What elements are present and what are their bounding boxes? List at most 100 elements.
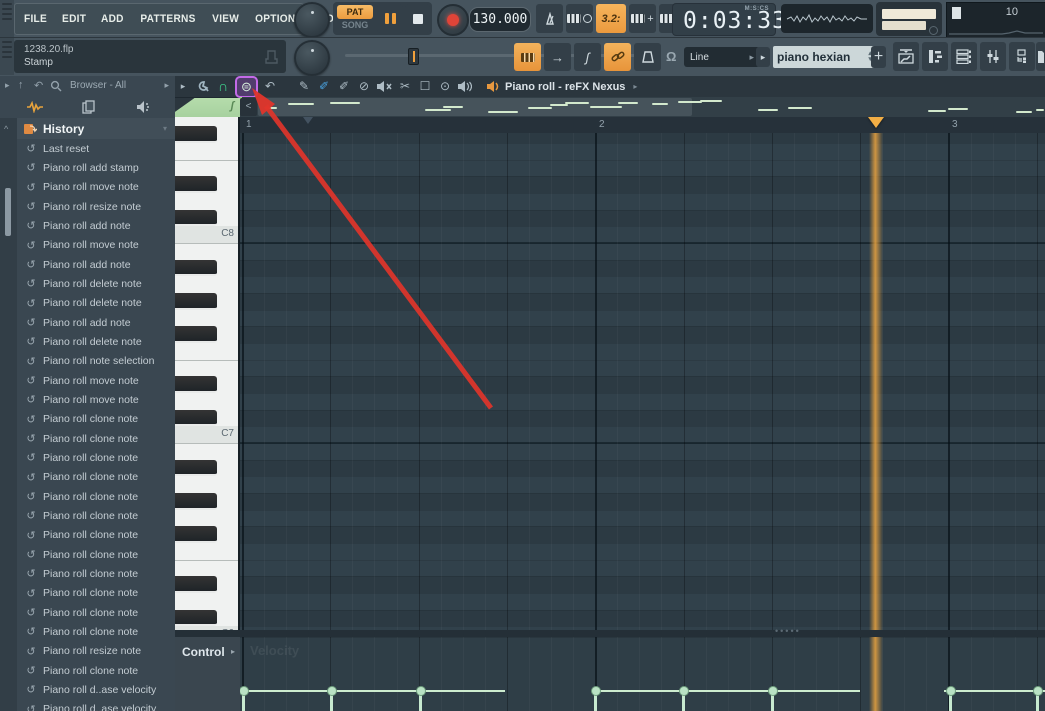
black-key[interactable] <box>175 576 217 593</box>
plugin-picker-button[interactable] <box>1009 42 1035 71</box>
menu-item-file[interactable]: FILE <box>24 13 47 25</box>
title-chevron-icon[interactable]: ▸ <box>625 76 645 97</box>
history-item[interactable]: ↺Piano roll clone note <box>17 429 175 448</box>
history-item[interactable]: ↺Piano roll add note <box>17 255 175 274</box>
undo-icon[interactable]: ↶ <box>34 79 43 92</box>
history-item[interactable]: ↺Piano roll resize note <box>17 642 175 661</box>
browser-title[interactable]: Browser - All <box>70 80 126 91</box>
pause-button[interactable] <box>377 4 403 33</box>
menu-item-edit[interactable]: EDIT <box>62 13 86 25</box>
history-item[interactable]: ↺Piano roll clone note <box>17 506 175 525</box>
history-item[interactable]: ↺Piano roll delete note <box>17 332 175 351</box>
black-key[interactable] <box>175 126 217 143</box>
velocity-handle[interactable] <box>416 686 426 696</box>
oscilloscope[interactable] <box>781 4 873 33</box>
search-icon[interactable] <box>50 80 62 92</box>
paint-sequence-tool-icon[interactable]: ✐ <box>334 76 354 97</box>
black-key[interactable] <box>175 260 217 277</box>
song-mode-button[interactable]: SONG <box>337 19 373 31</box>
step-edit-button[interactable] <box>514 43 541 71</box>
paint-tool-icon[interactable]: ✐ <box>314 76 334 97</box>
channel-speaker-icon[interactable] <box>486 80 501 93</box>
channel-rack-button[interactable] <box>951 42 977 71</box>
minimap-strip[interactable]: < <box>240 97 1045 117</box>
link-button[interactable] <box>604 43 631 71</box>
chevron-right-icon[interactable]: ▸ <box>231 647 235 656</box>
black-key[interactable] <box>175 326 217 343</box>
black-key[interactable] <box>175 410 217 427</box>
slider-thumb[interactable] <box>408 48 419 65</box>
cpu-panel[interactable]: 10 <box>946 2 1045 38</box>
playlist-button[interactable] <box>893 42 919 71</box>
lane-divider[interactable]: ••••• <box>175 630 1045 637</box>
main-volume-knob[interactable] <box>294 2 330 38</box>
note-grid[interactable] <box>240 133 1045 630</box>
history-item[interactable]: ↺Piano roll move note <box>17 236 175 255</box>
toolbar-grip[interactable] <box>0 38 14 75</box>
playback-tool-icon[interactable] <box>457 80 472 93</box>
browser-scrollbar[interactable]: ^ <box>0 118 17 711</box>
timeline[interactable]: 123 <box>240 117 1045 134</box>
magnet-snap-icon[interactable]: ∩ <box>213 76 233 97</box>
velocity-handle[interactable] <box>327 686 337 696</box>
history-item[interactable]: ↺Piano roll add note <box>17 313 175 332</box>
chevron-right-icon[interactable]: ▸ <box>164 80 169 91</box>
zoom-tool-icon[interactable]: ⊙ <box>435 76 455 97</box>
scroll-left-button[interactable]: < <box>240 98 257 116</box>
black-key[interactable] <box>175 176 217 193</box>
undo-icon[interactable]: ↶ <box>260 76 280 97</box>
pat-mode-button[interactable]: PAT <box>337 5 373 19</box>
wait-for-input-button[interactable] <box>566 4 593 33</box>
history-item[interactable]: ↺Piano roll clone note <box>17 487 175 506</box>
history-item[interactable]: ↺Last reset <box>17 139 175 158</box>
add-channel-button[interactable]: + <box>871 46 886 68</box>
piano-roll-title[interactable]: Piano roll - reFX Nexus <box>505 81 625 93</box>
master-pitch-knob[interactable] <box>294 40 330 76</box>
velocity-handle[interactable] <box>240 686 249 696</box>
black-key[interactable] <box>175 210 217 227</box>
tab-current-project-icon[interactable] <box>26 101 44 113</box>
black-key[interactable] <box>175 293 217 310</box>
headphones-icon[interactable]: Ω <box>666 50 676 63</box>
history-item[interactable]: ↺Piano roll clone note <box>17 622 175 641</box>
history-item[interactable]: ↺Piano roll clone note <box>17 564 175 583</box>
channel-prev-button[interactable]: ▸ <box>756 47 770 67</box>
mixer-button[interactable] <box>980 42 1006 71</box>
scroll-up-icon[interactable]: ^ <box>4 124 8 134</box>
velocity-handle[interactable] <box>591 686 601 696</box>
history-item[interactable]: ↺Piano roll move note <box>17 371 175 390</box>
menu-item-view[interactable]: VIEW <box>212 13 239 25</box>
select-tool-icon[interactable]: ☐ <box>415 76 435 97</box>
history-item[interactable]: ↺Piano roll resize note <box>17 197 175 216</box>
history-item[interactable]: ↺Piano roll clone note <box>17 545 175 564</box>
piano-roll-button[interactable] <box>922 42 948 71</box>
mute-tool-icon[interactable] <box>376 80 393 93</box>
history-item[interactable]: ↺Piano roll clone note <box>17 468 175 487</box>
velocity-lane[interactable]: Velocity <box>240 637 1045 711</box>
tab-plugins-icon[interactable] <box>136 100 150 114</box>
history-item[interactable]: ↺Piano roll d..ase velocity <box>17 680 175 699</box>
piano-keys[interactable]: C6C7C8 <box>175 117 240 630</box>
wrench-icon[interactable] <box>194 80 210 94</box>
menu-item-add[interactable]: ADD <box>101 13 124 25</box>
pat-song-toggle[interactable]: PAT SONG <box>337 5 373 32</box>
history-item[interactable]: ↺Piano roll clone note <box>17 661 175 680</box>
divider-handle-icon[interactable]: ••••• <box>775 626 801 636</box>
history-item[interactable]: ↺Piano roll note selection <box>17 352 175 371</box>
black-key[interactable] <box>175 493 217 510</box>
history-item[interactable]: ↺Piano roll clone note <box>17 603 175 622</box>
history-item[interactable]: ↺Piano roll clone note <box>17 448 175 467</box>
history-item[interactable]: ↺Piano roll d..ase velocity <box>17 700 175 711</box>
black-key[interactable] <box>175 376 217 393</box>
stamp-tool-button[interactable]: ⊜ <box>235 76 258 98</box>
velocity-handle[interactable] <box>946 686 956 696</box>
options-chevron-icon[interactable]: ▸ <box>175 76 191 97</box>
record-button[interactable] <box>437 4 469 36</box>
black-key[interactable] <box>175 460 217 477</box>
control-label-panel[interactable]: Control ▸ <box>175 637 241 711</box>
black-key[interactable] <box>175 526 217 543</box>
channel-selector[interactable]: piano hexian ▴▾ <box>773 46 876 68</box>
velocity-handle[interactable] <box>768 686 778 696</box>
menu-grip[interactable] <box>0 0 14 37</box>
history-item[interactable]: ↺Piano roll clone note <box>17 410 175 429</box>
